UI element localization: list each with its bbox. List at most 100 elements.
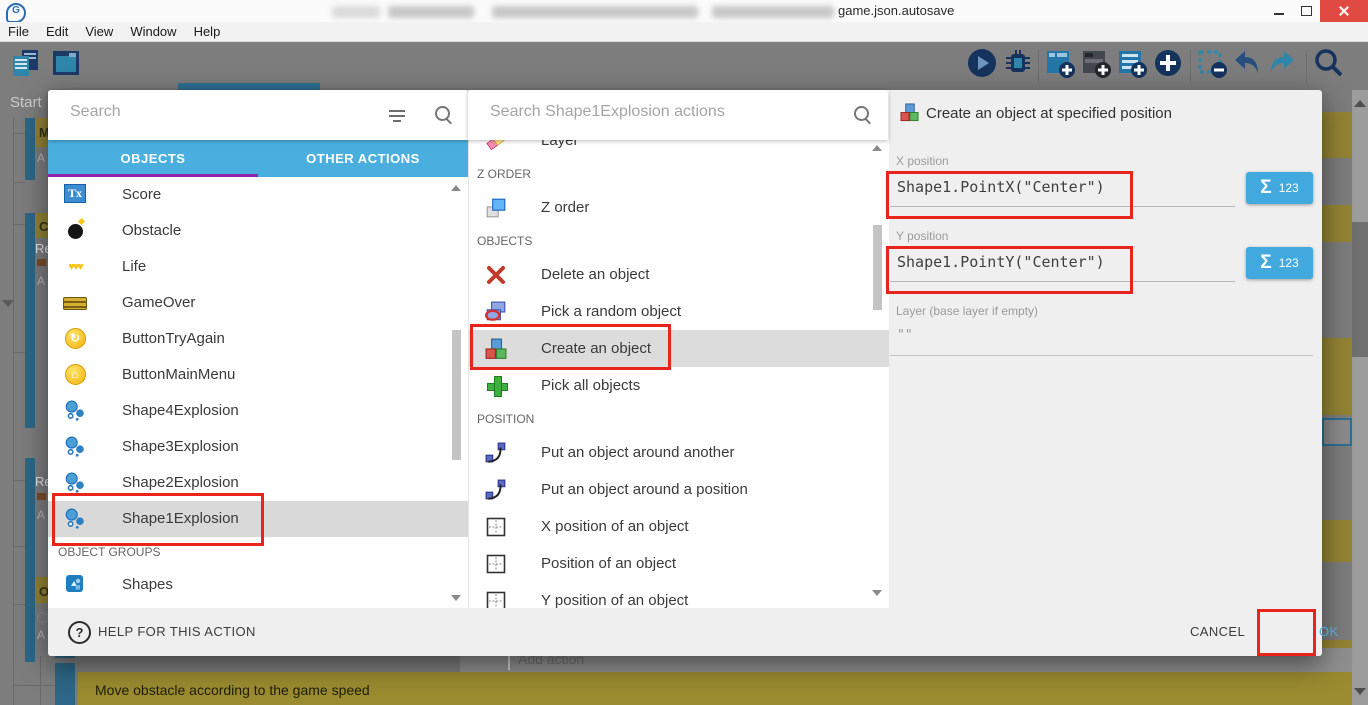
menu-file[interactable]: File <box>8 24 29 39</box>
sigma-icon: Σ <box>1260 173 1271 203</box>
object-item-buttonmainmenu[interactable]: ⌂ ButtonMainMenu <box>48 357 468 393</box>
scene-tab-label: Start <box>10 94 42 111</box>
toolbar-separator <box>1038 50 1039 84</box>
x-position-value[interactable]: Shape1.PointX("Center") <box>897 178 1105 196</box>
new-external-events-icon <box>1080 47 1112 79</box>
y-position-value[interactable]: Shape1.PointY("Center") <box>897 253 1105 271</box>
action-item-x-position[interactable]: X position of an object <box>469 508 889 545</box>
object-group-icon <box>62 574 88 596</box>
layer-underline <box>890 355 1313 356</box>
menu-edit[interactable]: Edit <box>46 24 68 39</box>
object-list-scroll-up[interactable] <box>451 185 461 191</box>
main-scrollbar <box>1352 90 1368 705</box>
object-search-card <box>48 90 468 140</box>
zorder-icon <box>483 196 509 220</box>
position-icon <box>483 552 509 576</box>
action-item-position[interactable]: Position of an object <box>469 545 889 582</box>
group-item-shapes[interactable]: Shapes <box>48 567 468 603</box>
y-expression-button[interactable]: Σ 123 <box>1246 247 1313 279</box>
filter-icon[interactable] <box>388 108 406 122</box>
search-icon[interactable] <box>853 105 873 125</box>
action-list-scroll-down[interactable] <box>872 590 882 596</box>
action-item-put-around-position[interactable]: Put an object around a position <box>469 471 889 508</box>
object-item-obstacle[interactable]: Obstacle <box>48 213 468 249</box>
toolbar-separator <box>1190 50 1191 84</box>
tab-objects[interactable]: OBJECTS <box>48 140 258 177</box>
object-item-shape4explosion[interactable]: Shape4Explosion <box>48 393 468 429</box>
action-item-delete-object[interactable]: Delete an object <box>469 256 889 293</box>
object-item-score[interactable]: Tx Score <box>48 177 468 213</box>
help-button[interactable]: ? HELP FOR THIS ACTION <box>48 608 1322 656</box>
object-list-scroll-down[interactable] <box>451 595 461 601</box>
action-item-pick-all-objects[interactable]: Pick all objects <box>469 367 889 404</box>
ok-button[interactable]: OK <box>1319 608 1339 656</box>
object-item-gameover[interactable]: GameOver <box>48 285 468 321</box>
bomb-icon <box>62 220 88 242</box>
x-position-underline <box>890 206 1235 207</box>
delete-instance-icon <box>1196 47 1228 79</box>
blurred-title-text <box>332 6 380 18</box>
minimize-button[interactable] <box>1266 0 1292 22</box>
blurred-title-text <box>388 6 474 18</box>
action-item-y-position[interactable]: Y position of an object <box>469 582 889 608</box>
object-groups-header: OBJECT GROUPS <box>58 537 458 567</box>
object-list-scrollbar-thumb[interactable] <box>452 330 461 460</box>
put-around-icon <box>483 441 509 465</box>
menu-help[interactable]: Help <box>194 24 221 39</box>
close-button[interactable] <box>1320 0 1368 22</box>
action-search-input[interactable] <box>488 102 832 122</box>
search-toolbar-icon <box>1313 47 1345 79</box>
create-object-icon <box>483 337 509 361</box>
action-list-scrollbar-thumb[interactable] <box>873 225 882 310</box>
scroll-up-icon <box>1354 100 1366 107</box>
add-object-icon <box>1152 47 1184 79</box>
y-position-label: Y position <box>896 229 948 243</box>
layer-value[interactable]: "" <box>897 328 913 343</box>
x-expression-button[interactable]: Σ 123 <box>1246 172 1313 204</box>
object-item-shape3explosion[interactable]: Shape3Explosion <box>48 429 468 465</box>
timer-icon <box>37 612 48 623</box>
undo-icon <box>1231 47 1263 79</box>
action-thumbnail-icon <box>37 493 46 500</box>
event-comment-text: Move obstacle according to the game spee… <box>95 682 370 698</box>
action-item-create-object[interactable]: Create an object <box>469 330 889 367</box>
section-header-zorder: Z ORDER <box>477 159 877 189</box>
position-icon <box>483 515 509 539</box>
object-list: Tx Score Obstacle ♥♥♥ Life GameOver ↻ Bu… <box>48 177 468 608</box>
put-around-icon <box>483 478 509 502</box>
collapse-arrow-icon <box>2 300 14 307</box>
search-icon[interactable] <box>434 105 454 125</box>
object-item-shape2explosion[interactable]: Shape2Explosion <box>48 465 468 501</box>
create-object-icon <box>900 103 919 127</box>
new-external-layout-icon <box>1116 47 1148 79</box>
section-header-objects: OBJECTS <box>477 226 877 256</box>
object-item-life[interactable]: ♥♥♥ Life <box>48 249 468 285</box>
object-search-input[interactable] <box>68 102 372 122</box>
redo-icon <box>1266 47 1298 79</box>
gameover-text-icon <box>62 292 88 314</box>
action-item-zorder[interactable]: Z order <box>469 189 889 226</box>
toolbar-separator <box>1306 50 1307 84</box>
action-item-put-around-another[interactable]: Put an object around another <box>469 434 889 471</box>
maximize-button[interactable] <box>1293 0 1319 22</box>
gdevelop-logo-icon: G <box>6 3 26 23</box>
x-position-label: X position <box>896 154 949 168</box>
application-window: Start M A C Re A Re A O A <box>0 0 1368 705</box>
section-header-position: POSITION <box>477 404 877 434</box>
object-item-buttontryagain[interactable]: ↻ ButtonTryAgain <box>48 321 468 357</box>
action-list-scroll-up[interactable] <box>872 145 882 151</box>
tab-other-actions[interactable]: OTHER ACTIONS <box>258 140 468 177</box>
particles-icon <box>62 472 88 494</box>
play-icon <box>966 47 998 79</box>
action-list: Layer Z ORDER Z order OBJECTS Delete an … <box>468 90 889 608</box>
menubar: File Edit View Window Help <box>0 22 1368 42</box>
object-item-shape1explosion[interactable]: Shape1Explosion <box>48 501 468 537</box>
text-object-icon: Tx <box>62 184 88 206</box>
action-search-card <box>468 90 888 140</box>
action-item-pick-random-object[interactable]: Pick a random object <box>469 293 889 330</box>
help-label: HELP FOR THIS ACTION <box>98 608 256 656</box>
cancel-button[interactable]: CANCEL <box>1190 608 1245 656</box>
menu-window[interactable]: Window <box>130 24 176 39</box>
pick-all-objects-icon <box>483 374 509 398</box>
menu-view[interactable]: View <box>85 24 113 39</box>
